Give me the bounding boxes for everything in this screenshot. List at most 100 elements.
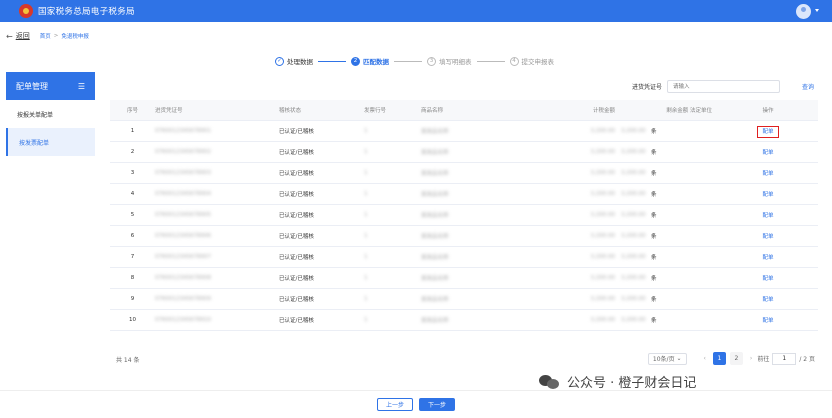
legal-unit: 条 bbox=[651, 183, 718, 205]
step-number: 4 bbox=[509, 56, 519, 66]
legal-unit: 条 bbox=[651, 120, 718, 142]
table-row: 3 0760012345678903 已认证/已稽核 1 某商品名称 3,200.00 3,… bbox=[110, 162, 818, 184]
audit-status: 已认证/已稽核 bbox=[279, 288, 364, 310]
prev-page-icon[interactable]: ‹ bbox=[704, 355, 706, 362]
col-header: 进货凭证号 bbox=[155, 100, 279, 121]
table-row: 7 0760012345678907 已认证/已稽核 1 某商品名称 3,200.00 3,… bbox=[110, 246, 818, 268]
wechat-logo-icon bbox=[539, 374, 561, 390]
step-label: 填写明细表 bbox=[439, 58, 472, 66]
match-button[interactable]: 配单 bbox=[760, 317, 775, 325]
taxable-amount: 3,200.00 bbox=[541, 225, 621, 247]
match-button[interactable]: 配单 bbox=[760, 254, 775, 262]
back-arrow-icon[interactable]: ← bbox=[6, 32, 13, 41]
audit-status: 已认证/已稽核 bbox=[279, 141, 364, 163]
col-header-unit: 法定单位 bbox=[689, 107, 712, 114]
match-button[interactable]: 配单 bbox=[760, 275, 775, 283]
user-avatar[interactable] bbox=[796, 4, 811, 19]
goods-name: 某商品名称 bbox=[421, 204, 541, 226]
step-label: 匹配数据 bbox=[363, 58, 389, 66]
match-button[interactable]: 配单 bbox=[760, 170, 775, 178]
voucher-number: 0760012345678905 bbox=[155, 204, 279, 226]
watermark-text: 公众号 · 橙子财会日记 bbox=[567, 376, 697, 391]
goto-suffix: / 2 页 bbox=[799, 356, 815, 363]
menu-icon[interactable]: ☰ bbox=[78, 82, 85, 91]
remaining-amount: 3,200.00 bbox=[621, 309, 651, 331]
match-button[interactable]: 配单 bbox=[760, 296, 775, 304]
taxable-amount: 3,200.00 bbox=[541, 183, 621, 205]
remaining-amount: 3,200.00 bbox=[621, 288, 651, 310]
sidebar-item-customs[interactable]: 按报关单配单 bbox=[6, 100, 95, 128]
next-page-icon[interactable]: › bbox=[750, 355, 752, 362]
taxable-amount: 3,200.00 bbox=[541, 141, 621, 163]
op-cell: 配单 bbox=[718, 141, 818, 163]
goto-page-input[interactable] bbox=[772, 352, 797, 365]
voucher-number: 0760012345678908 bbox=[155, 267, 279, 289]
table-row: 4 0760012345678904 已认证/已稽核 1 某商品名称 3,200.00 3,… bbox=[110, 183, 818, 205]
goto-label: 前往 bbox=[757, 356, 770, 363]
goods-name: 某商品名称 bbox=[421, 225, 541, 247]
op-cell: 配单 bbox=[718, 246, 818, 268]
voucher-search-input[interactable] bbox=[666, 80, 780, 93]
row-index: 8 bbox=[110, 267, 155, 289]
chevron-down-icon[interactable] bbox=[815, 9, 819, 12]
watermark: 公众号 · 橙子财会日记 bbox=[539, 372, 696, 391]
page-size-select[interactable]: 10条/页 ⌄ bbox=[647, 352, 687, 365]
taxable-amount: 3,200.00 bbox=[541, 246, 621, 268]
table-row: 1 0760012345678901 已认证/已稽核 1 某商品名称 3,200.00 3,… bbox=[110, 120, 818, 142]
taxable-amount: 3,200.00 bbox=[541, 267, 621, 289]
goods-name: 某商品名称 bbox=[421, 120, 541, 142]
table-row: 2 0760012345678902 已认证/已稽核 1 某商品名称 3,200.00 3,… bbox=[110, 141, 818, 163]
breadcrumb-home[interactable]: 首页 bbox=[40, 32, 51, 40]
page-button-1[interactable]: 1 bbox=[712, 352, 726, 365]
row-index: 7 bbox=[110, 246, 155, 268]
sidebar-title: 配单管理 bbox=[16, 81, 48, 91]
voucher-number: 0760012345678906 bbox=[155, 225, 279, 247]
next-step-button[interactable]: 下一步 bbox=[419, 398, 456, 411]
prev-step-button[interactable]: 上一步 bbox=[376, 398, 413, 411]
invoice-line-number: 1 bbox=[364, 204, 421, 226]
table-row: 5 0760012345678905 已认证/已稽核 1 某商品名称 3,200.00 3,… bbox=[110, 204, 818, 226]
goods-name: 某商品名称 bbox=[421, 183, 541, 205]
match-button[interactable]: 配单 bbox=[760, 212, 775, 220]
op-cell: 配单 bbox=[718, 225, 818, 247]
taxable-amount: 3,200.00 bbox=[541, 162, 621, 184]
step-label: 处理数据 bbox=[287, 58, 313, 66]
invoice-line-number: 1 bbox=[364, 120, 421, 142]
step-label: 提交申报表 bbox=[521, 58, 555, 66]
back-link[interactable]: 返回 bbox=[16, 31, 30, 41]
op-cell: 配单 bbox=[718, 183, 818, 205]
audit-status: 已认证/已稽核 bbox=[279, 309, 364, 331]
match-button[interactable]: 配单 bbox=[760, 149, 775, 157]
match-button[interactable]: 配单 bbox=[760, 191, 775, 199]
step-process-data: ✓ 处理数据 bbox=[275, 56, 313, 66]
sidebar-item-invoice[interactable]: 按发票配单 bbox=[6, 128, 95, 156]
match-button[interactable]: 配单 bbox=[760, 233, 775, 241]
remaining-amount: 3,200.00 bbox=[621, 141, 651, 163]
pagination: 10条/页 ⌄ ‹ 1 2 › 前往 / 2 页 bbox=[647, 352, 815, 365]
voucher-number: 0760012345678904 bbox=[155, 183, 279, 205]
col-header: 序号 bbox=[110, 100, 155, 121]
query-button[interactable]: 查询 bbox=[802, 82, 814, 91]
site-title: 国家税务总局电子税务局 bbox=[38, 7, 135, 17]
progress-steps: ✓ 处理数据 2 匹配数据 3 填写明细表 4 提交申报表 bbox=[275, 55, 554, 67]
row-index: 5 bbox=[110, 204, 155, 226]
audit-status: 已认证/已稽核 bbox=[279, 267, 364, 289]
search-label: 进货凭证号 bbox=[631, 84, 662, 91]
invoice-line-number: 1 bbox=[364, 246, 421, 268]
match-button[interactable]: 配单 bbox=[757, 125, 779, 138]
sidebar: 配单管理 ☰ 按报关单配单 按发票配单 bbox=[6, 72, 95, 372]
page-button-2[interactable]: 2 bbox=[729, 352, 743, 365]
invoice-line-number: 1 bbox=[364, 141, 421, 163]
remaining-amount: 3,200.00 bbox=[621, 267, 651, 289]
table-header-row: 序号 进货凭证号 稽核状态 发票行号 商品名称 计税金额 剩余金额 法定单位 操… bbox=[110, 100, 818, 121]
row-index: 4 bbox=[110, 183, 155, 205]
breadcrumb-current[interactable]: 免退税申报 bbox=[61, 32, 89, 40]
audit-status: 已认证/已稽核 bbox=[279, 162, 364, 184]
step-fill-details: 3 填写明细表 bbox=[427, 56, 472, 66]
invoice-line-number: 1 bbox=[364, 183, 421, 205]
row-index: 6 bbox=[110, 225, 155, 247]
taxable-amount: 3,200.00 bbox=[541, 309, 621, 331]
voucher-number: 0760012345678909 bbox=[155, 288, 279, 310]
row-index: 10 bbox=[110, 309, 155, 331]
breadcrumb-separator: > bbox=[53, 33, 59, 39]
